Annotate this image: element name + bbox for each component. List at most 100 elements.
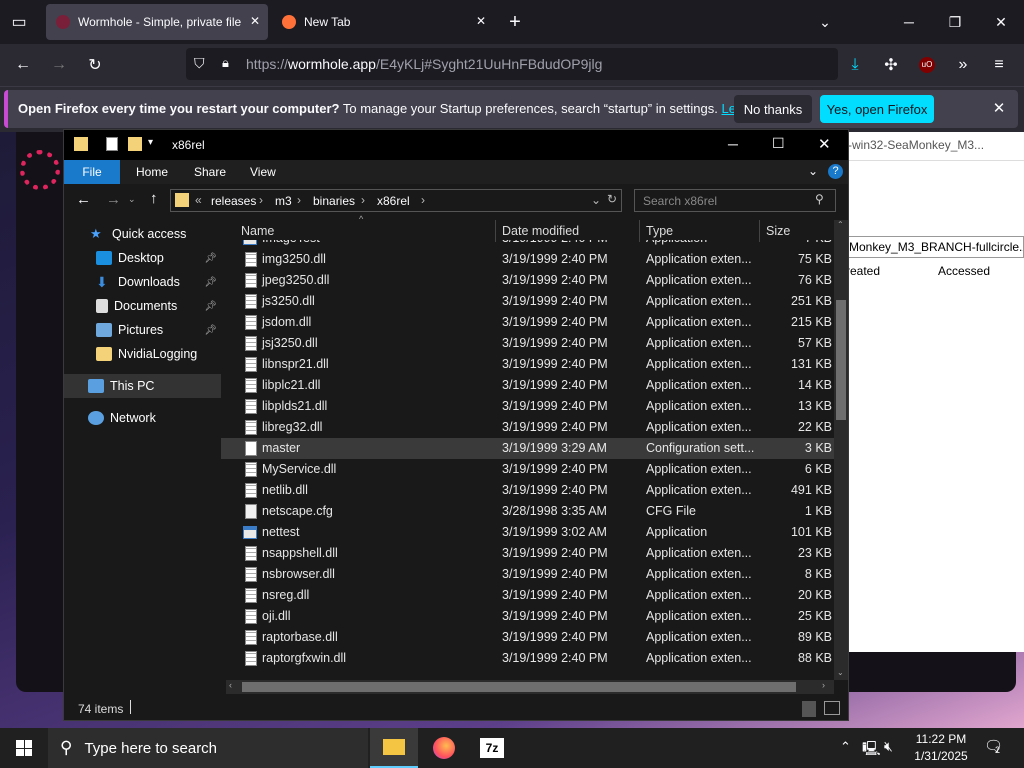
- table-row[interactable]: libnspr21.dll 3/19/1999 2:40 PM Applicatio…: [221, 354, 836, 375]
- pin-icon[interactable]: 📌︎: [204, 325, 217, 336]
- breadcrumb-x86rel[interactable]: x86rel: [377, 194, 410, 208]
- taskbar-search[interactable]: ⚲ Type here to search: [48, 728, 368, 768]
- url-bar[interactable]: ⛉ 🔒︎ https://wormhole.app/E4yKLj#Syght21…: [186, 48, 838, 80]
- table-row[interactable]: master 3/19/1999 3:29 AM Configuration set…: [221, 438, 836, 459]
- table-row[interactable]: raptorbase.dll 3/19/1999 2:40 PM Applicati…: [221, 627, 836, 648]
- tab-view[interactable]: View: [236, 160, 290, 184]
- column-divider[interactable]: [759, 220, 760, 242]
- recent-locations-chevron-icon[interactable]: ⌄: [128, 194, 136, 205]
- list-all-tabs-chevron-icon[interactable]: ⌄: [802, 0, 848, 44]
- help-icon[interactable]: ?: [828, 164, 843, 179]
- breadcrumb-releases[interactable]: releases: [211, 194, 256, 208]
- table-row[interactable]: jpeg3250.dll 3/19/1999 2:40 PM Application…: [221, 270, 836, 291]
- yes-open-firefox-button[interactable]: Yes, open Firefox: [820, 95, 934, 123]
- table-row[interactable]: js3250.dll 3/19/1999 2:40 PM Application e…: [221, 291, 836, 312]
- back-arrow-icon[interactable]: ←: [6, 44, 40, 86]
- table-row[interactable]: nsreg.dll 3/19/1999 2:40 PM Application ex…: [221, 585, 836, 606]
- tab-list-icon[interactable]: ▭: [2, 2, 36, 42]
- table-row[interactable]: nettest 3/19/1999 3:02 AM Application 101 K…: [221, 522, 836, 543]
- tab-home[interactable]: Home: [122, 160, 182, 184]
- scroll-right-icon[interactable]: ›: [822, 680, 825, 690]
- table-row[interactable]: libplc21.dll 3/19/1999 2:40 PM Application…: [221, 375, 836, 396]
- table-row[interactable]: netlib.dll 3/19/1999 2:40 PM Application e…: [221, 480, 836, 501]
- windows-start-icon[interactable]: [0, 728, 48, 768]
- column-divider[interactable]: [495, 220, 496, 242]
- forward-arrow-icon[interactable]: →: [42, 44, 76, 86]
- separator-chevron-icon[interactable]: ›: [297, 193, 301, 207]
- minimize-icon[interactable]: ─: [886, 0, 932, 44]
- pin-icon[interactable]: 📌︎: [204, 277, 217, 288]
- volume-muted-icon[interactable]: 🔇︎: [884, 738, 893, 755]
- table-row[interactable]: netscape.cfg 3/28/1998 3:35 AM CFG File 1 K…: [221, 501, 836, 522]
- separator-chevron-icon[interactable]: ›: [421, 193, 425, 207]
- breadcrumb-binaries[interactable]: binaries: [313, 194, 355, 208]
- vertical-scrollbar[interactable]: ⌃ ⌄: [834, 220, 848, 680]
- tab-file[interactable]: File: [64, 160, 120, 184]
- separator-chevron-icon[interactable]: ›: [259, 193, 263, 207]
- table-row[interactable]: nsbrowser.dll 3/19/1999 2:40 PM Applicatio…: [221, 564, 836, 585]
- table-row[interactable]: ImageTest 3/19/1999 2:40 PM Application 7 K…: [221, 240, 836, 249]
- overflow-chevron-icon[interactable]: «: [195, 193, 202, 207]
- network-status-icon[interactable]: 🖳︎: [862, 738, 881, 762]
- breadcrumb[interactable]: « releases › m3 › binaries › x86rel › ⌄ …: [170, 189, 622, 212]
- url-text[interactable]: https://wormhole.app/E4yKLj#Syght21UuHnF…: [246, 56, 602, 72]
- tab-share[interactable]: Share: [180, 160, 240, 184]
- notifications-icon[interactable]: 🗨︎ 2: [984, 737, 1003, 755]
- close-window-icon[interactable]: ✕: [818, 135, 831, 153]
- separator-chevron-icon[interactable]: ›: [361, 193, 365, 207]
- downloads-icon[interactable]: ⤓: [838, 44, 872, 86]
- column-size[interactable]: Size: [766, 224, 790, 238]
- new-folder-icon[interactable]: [128, 137, 142, 151]
- column-name[interactable]: Name: [241, 224, 274, 238]
- nav-pictures[interactable]: Pictures 📌︎: [64, 318, 221, 342]
- nav-downloads[interactable]: ⬇ Downloads 📌︎: [64, 270, 221, 294]
- table-row[interactable]: libplds21.dll 3/19/1999 2:40 PM Applicatio…: [221, 396, 836, 417]
- breadcrumb-m3[interactable]: m3: [275, 194, 292, 208]
- table-row[interactable]: libreg32.dll 3/19/1999 2:40 PM Application…: [221, 417, 836, 438]
- column-divider[interactable]: [639, 220, 640, 242]
- scroll-left-icon[interactable]: ‹: [229, 680, 232, 690]
- quick-access-toolbar-chevron-icon[interactable]: ▾: [148, 137, 153, 148]
- back-arrow-icon[interactable]: ←: [76, 191, 91, 208]
- horizontal-scroll-thumb[interactable]: [242, 682, 796, 692]
- close-tab-icon[interactable]: ✕: [476, 14, 486, 28]
- expand-ribbon-chevron-icon[interactable]: ⌄: [808, 164, 818, 178]
- nav-network[interactable]: Network: [64, 406, 221, 430]
- forward-arrow-icon[interactable]: →: [106, 191, 121, 208]
- 7zip-taskbar-icon[interactable]: 7z: [468, 728, 516, 768]
- address-dropdown-chevron-icon[interactable]: ⌄: [591, 193, 601, 207]
- extensions-icon[interactable]: ✣: [874, 44, 908, 86]
- details-view-icon[interactable]: [802, 701, 816, 717]
- show-hidden-icons-chevron-icon[interactable]: ⌃: [840, 739, 851, 755]
- search-input[interactable]: Search x86rel ⚲: [634, 189, 836, 212]
- vertical-scroll-thumb[interactable]: [836, 300, 846, 420]
- no-thanks-button[interactable]: No thanks: [734, 95, 812, 123]
- close-tab-icon[interactable]: ✕: [250, 14, 260, 28]
- shield-icon[interactable]: ⛉: [194, 55, 205, 72]
- table-row[interactable]: jsdom.dll 3/19/1999 2:40 PM Application ex…: [221, 312, 836, 333]
- nav-this-pc[interactable]: This PC: [64, 374, 221, 398]
- pin-icon[interactable]: 📌︎: [204, 253, 217, 264]
- maximize-icon[interactable]: ☐: [772, 135, 785, 152]
- firefox-taskbar-icon[interactable]: [420, 728, 468, 768]
- pin-icon[interactable]: 📌︎: [204, 301, 217, 312]
- minimize-icon[interactable]: ─: [728, 136, 738, 152]
- properties-icon[interactable]: [106, 137, 118, 151]
- more-tools-icon[interactable]: »: [946, 44, 980, 86]
- scroll-down-icon[interactable]: ⌄: [837, 668, 844, 677]
- tab-wormhole[interactable]: Wormhole - Simple, private file ✕: [46, 4, 268, 40]
- new-tab-plus-icon[interactable]: +: [498, 4, 532, 40]
- file-explorer-taskbar-icon[interactable]: [370, 728, 418, 768]
- nav-documents[interactable]: Documents 📌︎: [64, 294, 221, 318]
- column-date-modified[interactable]: Date modified: [502, 224, 579, 238]
- table-row[interactable]: oji.dll 3/19/1999 2:40 PM Application exte…: [221, 606, 836, 627]
- nav-quick-access[interactable]: ★ Quick access: [64, 222, 221, 246]
- close-window-icon[interactable]: ✕: [978, 0, 1024, 44]
- up-arrow-icon[interactable]: ↑: [150, 190, 158, 207]
- ublock-icon[interactable]: uO: [910, 44, 944, 86]
- horizontal-scrollbar[interactable]: ‹ ›: [226, 680, 834, 694]
- column-type[interactable]: Type: [646, 224, 673, 238]
- hamburger-menu-icon[interactable]: ≡: [982, 44, 1016, 86]
- lock-icon[interactable]: 🔒︎: [222, 55, 229, 71]
- table-row[interactable]: nsappshell.dll 3/19/1999 2:40 PM Applicati…: [221, 543, 836, 564]
